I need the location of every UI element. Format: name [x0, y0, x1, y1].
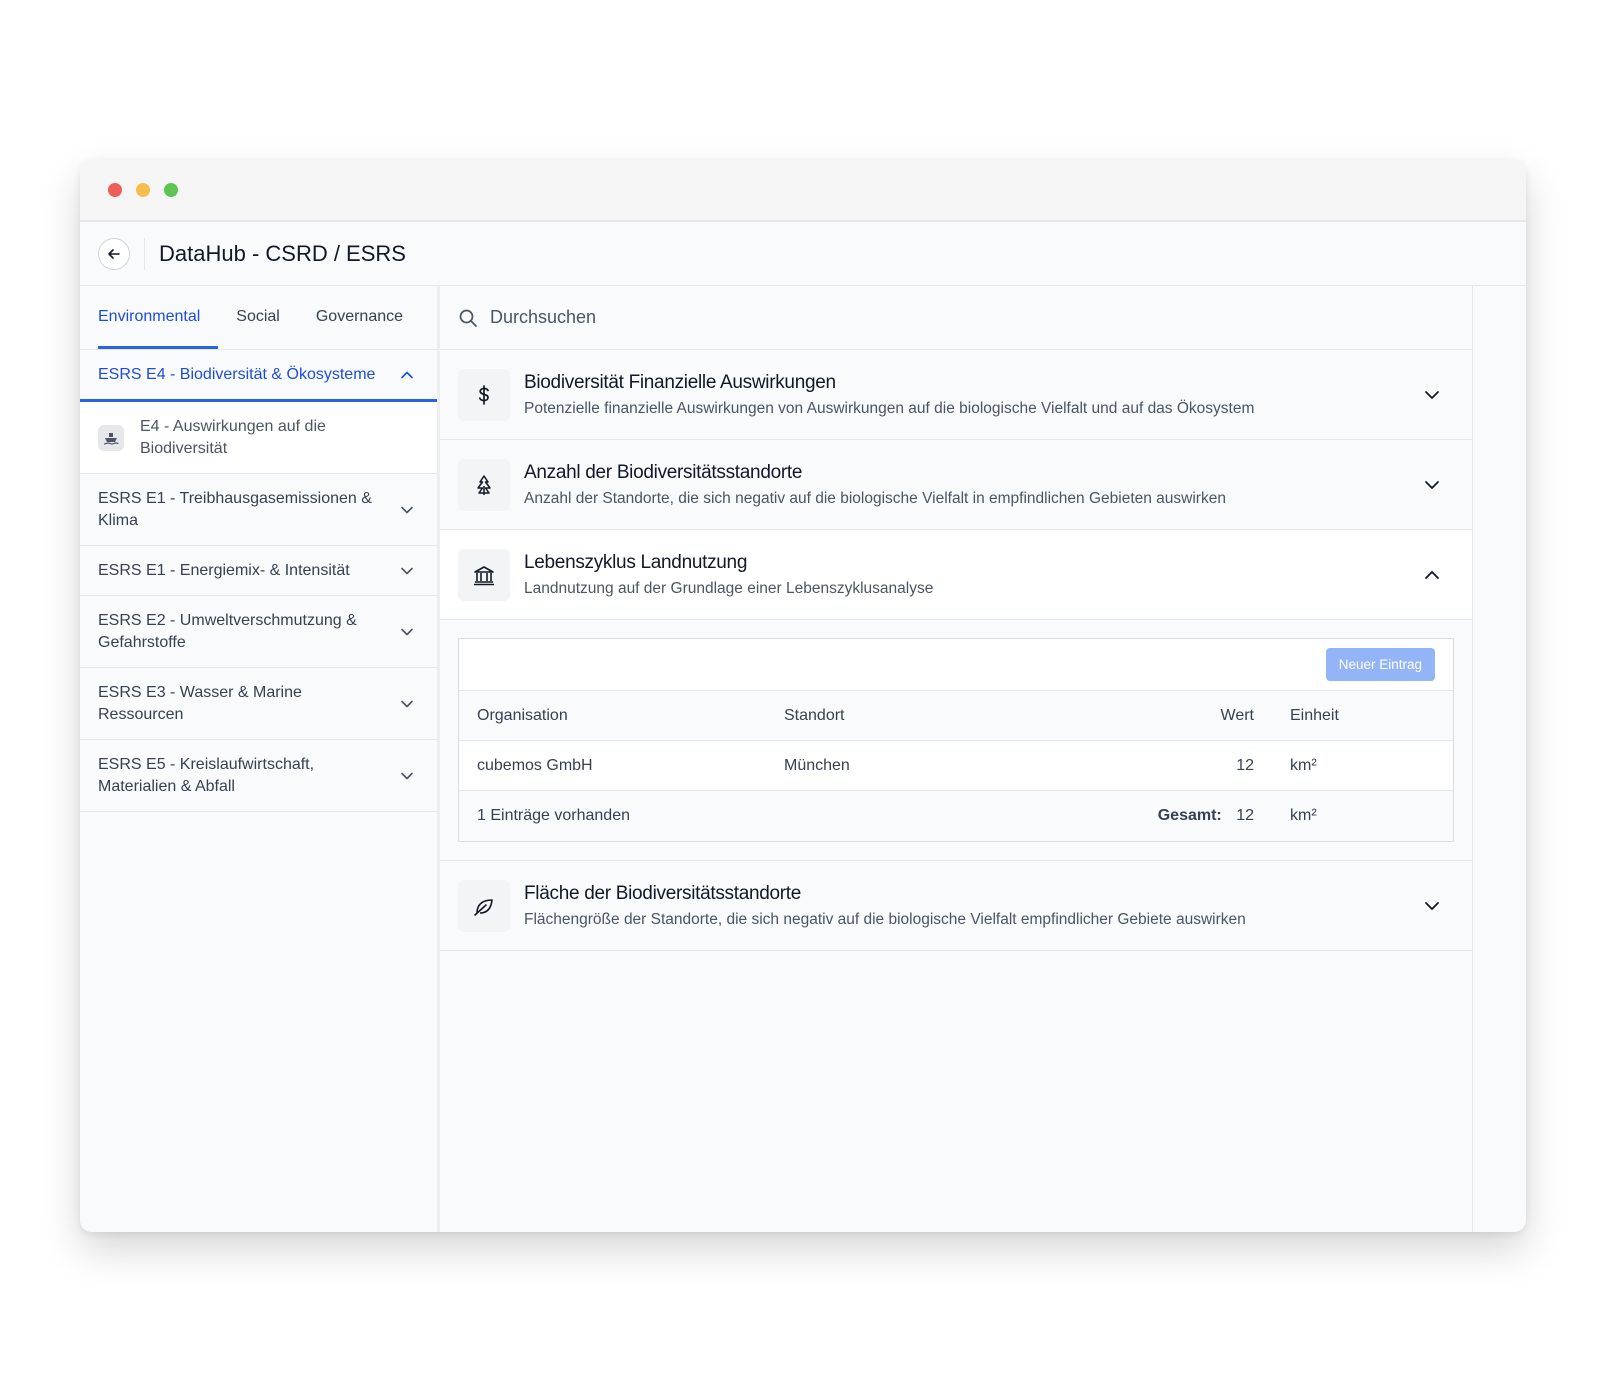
cell-standort: München	[784, 756, 850, 774]
ship-icon	[98, 424, 124, 451]
main-content: Biodiversität Finanzielle Auswirkungen P…	[440, 286, 1526, 1232]
chevron-down-icon	[401, 506, 413, 513]
table-row[interactable]: cubemos GmbH München 12 km²	[459, 741, 1453, 791]
new-entry-button[interactable]: Neuer Eintrag	[1325, 648, 1435, 681]
accordion-description: Potenzielle finanzielle Auswirkungen von…	[524, 399, 1255, 417]
column-header-einheit[interactable]: Einheit	[1254, 707, 1339, 725]
sidebar-item-e2-pollution[interactable]: ESRS E2 - Umweltverschmutzung & Gefahrst…	[80, 596, 437, 668]
total-sum: Gesamt: 12	[784, 807, 1254, 825]
app-window: DataHub - CSRD / ESRS Environmental Soci…	[80, 160, 1526, 1232]
accordion-title: Fläche der Biodiversitätsstandorte	[524, 882, 802, 904]
table-toolbar: Neuer Eintrag	[459, 639, 1453, 691]
sidebar: Environmental Social Governance ESRS E4 …	[80, 286, 440, 1232]
column-header-wert[interactable]: Wert	[1114, 707, 1254, 725]
sidebar-sub-item-e4-impacts[interactable]: E4 - Auswirkungen auf die Biodiversität	[80, 402, 437, 474]
tab-governance[interactable]: Governance	[316, 308, 403, 349]
accordion-description: Anzahl der Standorte, die sich negativ a…	[524, 489, 1226, 507]
cell-organisation: cubemos GmbH	[477, 756, 593, 774]
tab-environmental[interactable]: Environmental	[98, 308, 219, 349]
accordion-title: Lebenszyklus Landnutzung	[524, 551, 748, 573]
sidebar-item-label: ESRS E5 - Kreislaufwirtschaft, Materiali…	[98, 755, 315, 795]
sidebar-item-e1-ghg[interactable]: ESRS E1 - Treibhausgasemissionen & Klima	[80, 474, 437, 546]
tab-social[interactable]: Social	[236, 308, 280, 349]
app-header: DataHub - CSRD / ESRS	[80, 222, 1526, 286]
accordion-title: Anzahl der Biodiversitätsstandorte	[524, 461, 803, 483]
sidebar-item-e5-circular[interactable]: ESRS E5 - Kreislaufwirtschaft, Materiali…	[80, 740, 437, 812]
column-header-organisation[interactable]: Organisation	[459, 707, 784, 725]
column-header-standort[interactable]: Standort	[784, 707, 1114, 725]
accordion-biodiversity-sites-count[interactable]: Anzahl der Biodiversitätsstandorte Anzah…	[440, 440, 1472, 530]
chevron-down-icon	[1425, 390, 1439, 399]
sidebar-item-e3-water[interactable]: ESRS E3 - Wasser & Marine Ressourcen	[80, 668, 437, 740]
sidebar-item-label: ESRS E1 - Energiemix- & Intensität	[98, 561, 350, 579]
search-input[interactable]	[490, 307, 1090, 328]
maximize-window-button[interactable]	[164, 183, 178, 197]
cell-wert: 12	[1236, 756, 1254, 774]
table-header-row: Organisation Standort Wert Einheit	[459, 691, 1453, 741]
accordion-biodiversity-sites-area[interactable]: Fläche der Biodiversitätsstandorte Fläch…	[440, 861, 1472, 951]
chevron-down-icon	[401, 628, 413, 635]
total-value: 12	[1236, 807, 1254, 824]
table-footer-row: 1 Einträge vorhanden Gesamt: 12 km²	[459, 791, 1453, 841]
sidebar-sub-item-label: E4 - Auswirkungen auf die Biodiversität	[140, 417, 326, 457]
sidebar-section-label: ESRS E4 - Biodiversität & Ökosysteme	[98, 365, 376, 383]
leaf-icon	[458, 879, 510, 932]
chevron-up-icon	[401, 371, 413, 378]
chevron-up-icon	[1425, 570, 1439, 579]
sidebar-item-label: ESRS E1 - Treibhausgasemissionen & Klima	[98, 489, 372, 529]
accordion-panel: Neuer Eintrag Organisation Standort Wert…	[440, 620, 1472, 861]
sidebar-item-label: ESRS E2 - Umweltverschmutzung & Gefahrst…	[98, 611, 357, 651]
accordion-description: Flächengröße der Standorte, die sich neg…	[524, 910, 1246, 928]
accordion-financial-impacts[interactable]: Biodiversität Finanzielle Auswirkungen P…	[440, 350, 1472, 440]
tree-icon	[458, 458, 510, 511]
cell-einheit: km²	[1290, 756, 1317, 774]
minimize-window-button[interactable]	[136, 183, 150, 197]
search-icon	[459, 309, 477, 327]
header-divider	[144, 237, 145, 270]
arrow-left-icon	[108, 248, 120, 259]
accordion-lifecycle-land-use[interactable]: Lebenszyklus Landnutzung Landnutzung auf…	[440, 530, 1472, 620]
chevron-down-icon	[401, 567, 413, 574]
chevron-down-icon	[401, 772, 413, 779]
entries-table: Neuer Eintrag Organisation Standort Wert…	[458, 638, 1454, 842]
entry-count: 1 Einträge vorhanden	[477, 807, 630, 824]
chevron-down-icon	[1425, 901, 1439, 910]
chevron-down-icon	[401, 700, 413, 707]
accordion-title: Biodiversität Finanzielle Auswirkungen	[524, 371, 836, 393]
sidebar-item-e1-energy[interactable]: ESRS E1 - Energiemix- & Intensität	[80, 546, 437, 596]
sidebar-section-e4[interactable]: ESRS E4 - Biodiversität & Ökosysteme	[80, 350, 437, 402]
back-button[interactable]	[98, 237, 130, 270]
window-titlebar	[80, 160, 1526, 222]
total-unit: km²	[1290, 807, 1317, 824]
chevron-down-icon	[1425, 480, 1439, 489]
total-label: Gesamt:	[1157, 807, 1222, 824]
dollar-icon	[458, 368, 510, 421]
sidebar-item-label: ESRS E3 - Wasser & Marine Ressourcen	[98, 683, 302, 723]
category-tabs: Environmental Social Governance	[80, 286, 437, 350]
accordion-description: Landnutzung auf der Grundlage einer Lebe…	[524, 579, 934, 597]
search-bar	[440, 286, 1472, 350]
bank-icon	[458, 548, 510, 601]
page-title: DataHub - CSRD / ESRS	[159, 240, 406, 266]
close-window-button[interactable]	[108, 183, 122, 197]
